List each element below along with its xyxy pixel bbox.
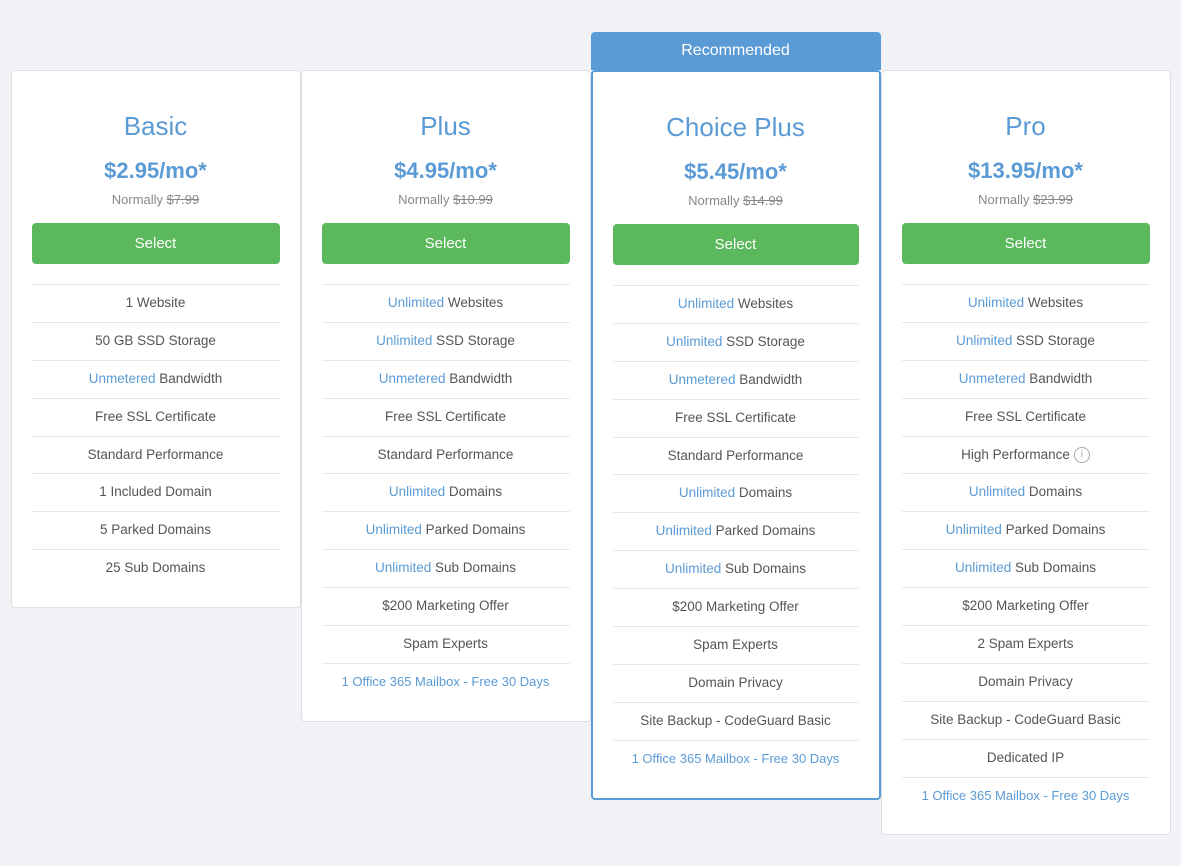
feature-item: Unlimited Sub Domains — [613, 550, 859, 588]
feature-item: Unmetered Bandwidth — [322, 360, 570, 398]
info-icon[interactable]: i — [1074, 447, 1090, 463]
feature-item: Dedicated IP — [902, 739, 1150, 777]
feature-item: 1 Office 365 Mailbox - Free 30 Days — [322, 663, 570, 701]
feature-highlight: Unmetered — [669, 372, 736, 387]
plan-normal-price-pro: Normally $23.99 — [902, 192, 1150, 207]
feature-list-basic: 1 Website50 GB SSD StorageUnmetered Band… — [32, 284, 280, 587]
feature-item: Standard Performance — [613, 437, 859, 475]
select-button-plus[interactable]: Select — [322, 223, 570, 264]
plan-card-basic: Basic $2.95/mo* Normally $7.99 Select 1 Webs… — [11, 70, 301, 608]
feature-item: 25 Sub Domains — [32, 549, 280, 587]
feature-highlight: Unlimited — [968, 295, 1024, 310]
plan-name-basic: Basic — [32, 111, 280, 142]
feature-item: Unlimited Domains — [322, 473, 570, 511]
plan-card-pro: Pro $13.95/mo* Normally $23.99 Select Unlimi… — [881, 70, 1171, 835]
plan-price-basic: $2.95/mo* — [32, 158, 280, 184]
feature-highlight: Unlimited — [665, 561, 721, 576]
office-365-link[interactable]: 1 Office 365 Mailbox - Free 30 Days — [342, 674, 550, 689]
feature-list-plus: Unlimited WebsitesUnlimited SSD StorageU… — [322, 284, 570, 701]
feature-highlight: Unlimited — [389, 484, 445, 499]
feature-item: Unlimited SSD Storage — [322, 322, 570, 360]
feature-item: $200 Marketing Offer — [322, 587, 570, 625]
feature-highlight: Unlimited — [956, 333, 1012, 348]
feature-item: High Performancei — [902, 436, 1150, 474]
select-button-pro[interactable]: Select — [902, 223, 1150, 264]
feature-item: Unlimited Domains — [902, 473, 1150, 511]
feature-highlight: Unlimited — [955, 560, 1011, 575]
feature-item: 50 GB SSD Storage — [32, 322, 280, 360]
feature-highlight: Unmetered — [89, 371, 156, 386]
feature-highlight: Unlimited — [375, 560, 431, 575]
feature-item: Unlimited Websites — [322, 284, 570, 322]
feature-item: 1 Office 365 Mailbox - Free 30 Days — [902, 777, 1150, 815]
feature-item: Unlimited SSD Storage — [902, 322, 1150, 360]
plan-name-plus: Plus — [322, 111, 570, 142]
feature-highlight: Unlimited — [946, 522, 1002, 537]
feature-item: Unlimited SSD Storage — [613, 323, 859, 361]
recommended-badge: Recommended — [591, 32, 881, 70]
feature-item: Unlimited Websites — [613, 285, 859, 323]
plan-price-pro: $13.95/mo* — [902, 158, 1150, 184]
feature-item: Domain Privacy — [902, 663, 1150, 701]
plan-name-choice-plus: Choice Plus — [613, 112, 859, 143]
feature-highlight: Unmetered — [379, 371, 446, 386]
feature-highlight: Unlimited — [388, 295, 444, 310]
feature-item: Unlimited Websites — [902, 284, 1150, 322]
feature-highlight: Unlimited — [678, 296, 734, 311]
office-365-link[interactable]: 1 Office 365 Mailbox - Free 30 Days — [922, 788, 1130, 803]
feature-item: Spam Experts — [613, 626, 859, 664]
feature-item: Standard Performance — [32, 436, 280, 474]
feature-item: 5 Parked Domains — [32, 511, 280, 549]
plan-price-plus: $4.95/mo* — [322, 158, 570, 184]
feature-item: Unlimited Sub Domains — [902, 549, 1150, 587]
plans-container: Basic $2.95/mo* Normally $7.99 Select 1 Webs… — [20, 20, 1161, 835]
feature-item: 1 Included Domain — [32, 473, 280, 511]
feature-list-pro: Unlimited WebsitesUnlimited SSD StorageU… — [902, 284, 1150, 814]
feature-item: Free SSL Certificate — [322, 398, 570, 436]
feature-item: Standard Performance — [322, 436, 570, 474]
feature-highlight: Unlimited — [656, 523, 712, 538]
feature-highlight: Unlimited — [376, 333, 432, 348]
feature-item: Unlimited Domains — [613, 474, 859, 512]
plan-card-choice-plus: RecommendedChoice Plus$5.45/mo*Normally … — [591, 70, 881, 800]
plan-card-plus: Plus $4.95/mo* Normally $10.99 Select Unlimi… — [301, 70, 591, 722]
office-365-link[interactable]: 1 Office 365 Mailbox - Free 30 Days — [632, 751, 840, 766]
feature-item: Site Backup - CodeGuard Basic — [613, 702, 859, 740]
feature-item: Unmetered Bandwidth — [32, 360, 280, 398]
feature-item: Free SSL Certificate — [613, 399, 859, 437]
feature-item: $200 Marketing Offer — [613, 588, 859, 626]
feature-item: Domain Privacy — [613, 664, 859, 702]
feature-item: Unlimited Parked Domains — [613, 512, 859, 550]
feature-item: 2 Spam Experts — [902, 625, 1150, 663]
plan-normal-price-choice-plus: Normally $14.99 — [613, 193, 859, 208]
plan-normal-price-plus: Normally $10.99 — [322, 192, 570, 207]
select-button-basic[interactable]: Select — [32, 223, 280, 264]
feature-item: Site Backup - CodeGuard Basic — [902, 701, 1150, 739]
feature-item: Free SSL Certificate — [32, 398, 280, 436]
feature-highlight: Unlimited — [666, 334, 722, 349]
feature-item: Spam Experts — [322, 625, 570, 663]
feature-highlight: Unlimited — [969, 484, 1025, 499]
feature-highlight: Unlimited — [366, 522, 422, 537]
feature-item: Unlimited Parked Domains — [902, 511, 1150, 549]
feature-item: $200 Marketing Offer — [902, 587, 1150, 625]
feature-item: 1 Office 365 Mailbox - Free 30 Days — [613, 740, 859, 778]
select-button-choice-plus[interactable]: Select — [613, 224, 859, 265]
feature-highlight: Unlimited — [679, 485, 735, 500]
feature-item: Unlimited Sub Domains — [322, 549, 570, 587]
feature-item: Free SSL Certificate — [902, 398, 1150, 436]
plan-name-pro: Pro — [902, 111, 1150, 142]
feature-item: Unmetered Bandwidth — [902, 360, 1150, 398]
feature-list-choice-plus: Unlimited WebsitesUnlimited SSD StorageU… — [613, 285, 859, 778]
plan-normal-price-basic: Normally $7.99 — [32, 192, 280, 207]
feature-item: Unlimited Parked Domains — [322, 511, 570, 549]
feature-item: 1 Website — [32, 284, 280, 322]
plan-price-choice-plus: $5.45/mo* — [613, 159, 859, 185]
feature-highlight: Unmetered — [959, 371, 1026, 386]
feature-item: Unmetered Bandwidth — [613, 361, 859, 399]
